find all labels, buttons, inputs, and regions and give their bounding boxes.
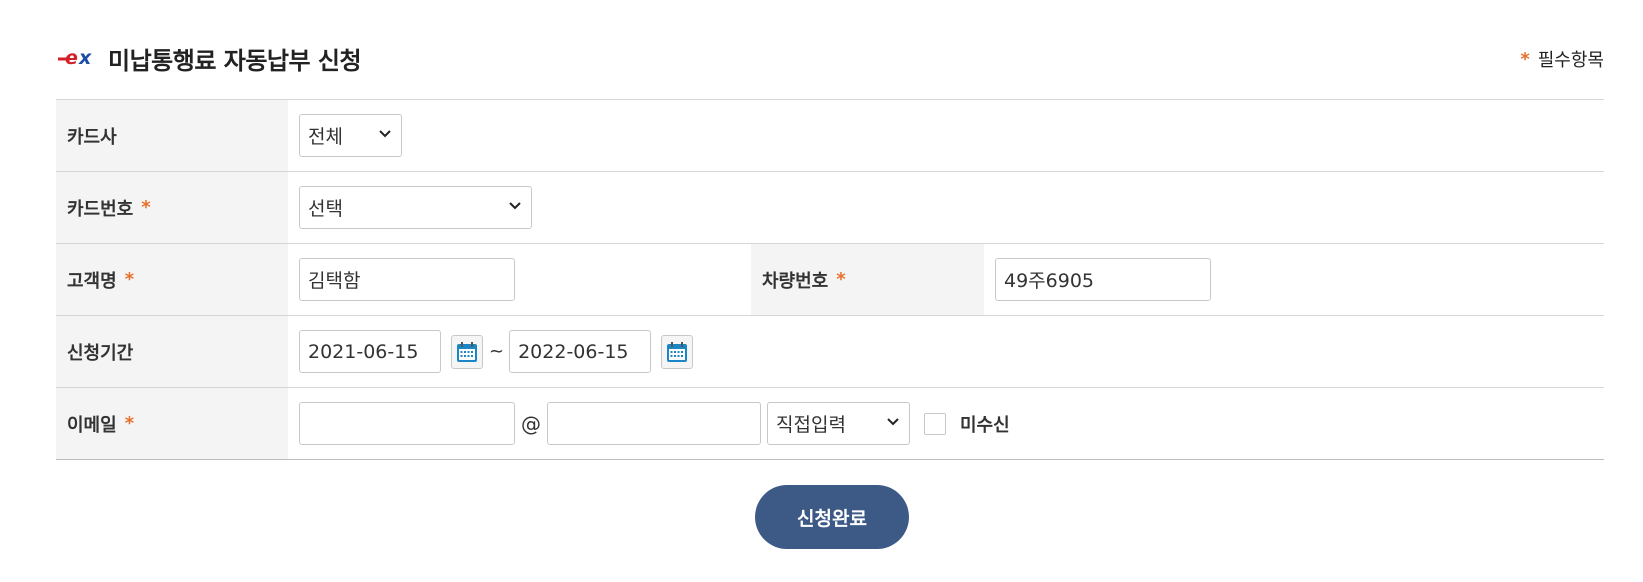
period-separator: ~ [489, 341, 505, 362]
start-calendar-button[interactable] [451, 334, 483, 369]
email-local-input[interactable] [299, 402, 515, 445]
email-label-text: 이메일 [67, 414, 117, 436]
email-domain-selected: 직접입력 [776, 414, 846, 436]
chevron-down-icon [379, 130, 391, 138]
svg-text:x: x [78, 47, 92, 69]
email-label: 이메일 * [56, 388, 288, 459]
vehicle-number-input[interactable]: 49주6905 [995, 258, 1211, 301]
submit-button[interactable]: 신청완료 [755, 485, 909, 549]
period-cell: 2021-06-15 ~ 2022-06-15 [288, 316, 1604, 387]
chevron-down-icon [509, 202, 521, 210]
vehicle-number-label-text: 차량번호 [762, 270, 829, 292]
card-company-label: 카드사 [56, 100, 288, 171]
row-customer-vehicle: 고객명 * 김택함 차량번호 * 49주6905 [56, 244, 1604, 316]
calendar-icon [667, 341, 688, 362]
no-receive-checkbox[interactable] [924, 412, 946, 435]
period-label: 신청기간 [56, 316, 288, 387]
card-company-select[interactable]: 전체 [299, 114, 402, 157]
card-number-label-text: 카드번호 [67, 198, 134, 220]
required-star: * [1520, 48, 1530, 70]
no-receive-label[interactable]: 미수신 [960, 411, 1010, 437]
customer-name-input[interactable]: 김택함 [299, 258, 515, 301]
customer-name-value: 김택함 [308, 270, 361, 292]
card-company-selected: 전체 [308, 126, 343, 148]
row-period: 신청기간 2021-06-15 ~ 2022-06-15 [56, 316, 1604, 388]
row-card-number: 카드번호 * 선택 [56, 172, 1604, 244]
svg-text:e: e [65, 47, 78, 69]
card-number-label: 카드번호 * [56, 172, 288, 243]
required-legend: * 필수항목 [1520, 46, 1604, 72]
period-label-text: 신청기간 [67, 342, 134, 364]
page-title: 미납통행료 자동납부 신청 [108, 46, 362, 75]
required-star: * [141, 197, 151, 218]
card-number-select[interactable]: 선택 [299, 186, 532, 229]
end-date-input[interactable]: 2022-06-15 [509, 330, 652, 373]
email-domain-input[interactable] [547, 402, 761, 445]
end-date-value: 2022-06-15 [518, 340, 629, 363]
email-at-sign: @ [521, 411, 541, 436]
vehicle-number-cell: 49주6905 [984, 244, 1604, 315]
required-star: * [124, 269, 135, 290]
card-company-cell: 전체 [288, 100, 1604, 171]
calendar-icon [457, 341, 477, 362]
required-legend-label: 필수항목 [1537, 50, 1604, 71]
customer-name-label-text: 고객명 [67, 270, 117, 292]
start-date-input[interactable]: 2021-06-15 [299, 330, 441, 373]
end-calendar-button[interactable] [661, 334, 694, 369]
page-header: e x 미납통행료 자동납부 신청 * 필수항목 [56, 38, 1604, 78]
row-email: 이메일 * @ 직접입력 미수신 [56, 388, 1604, 460]
customer-name-label: 고객명 * [56, 244, 288, 315]
card-number-cell: 선택 [288, 172, 1604, 243]
start-date-value: 2021-06-15 [308, 340, 419, 363]
email-domain-select[interactable]: 직접입력 [767, 402, 910, 445]
card-number-selected: 선택 [308, 198, 343, 220]
vehicle-number-label: 차량번호 * [751, 244, 984, 315]
application-form: 카드사 전체 카드번호 * 선택 고객명 * 김택함 차량번호 * 49주690… [56, 99, 1604, 460]
required-star: * [836, 269, 846, 290]
customer-name-cell: 김택함 [288, 244, 751, 315]
chevron-down-icon [887, 418, 899, 426]
required-star: * [124, 413, 135, 434]
email-cell: @ 직접입력 미수신 [288, 388, 1604, 459]
vehicle-number-value: 49주6905 [1004, 270, 1095, 292]
row-card-company: 카드사 전체 [56, 100, 1604, 172]
card-company-label-text: 카드사 [67, 126, 117, 148]
ex-logo-icon: e x [58, 47, 92, 69]
